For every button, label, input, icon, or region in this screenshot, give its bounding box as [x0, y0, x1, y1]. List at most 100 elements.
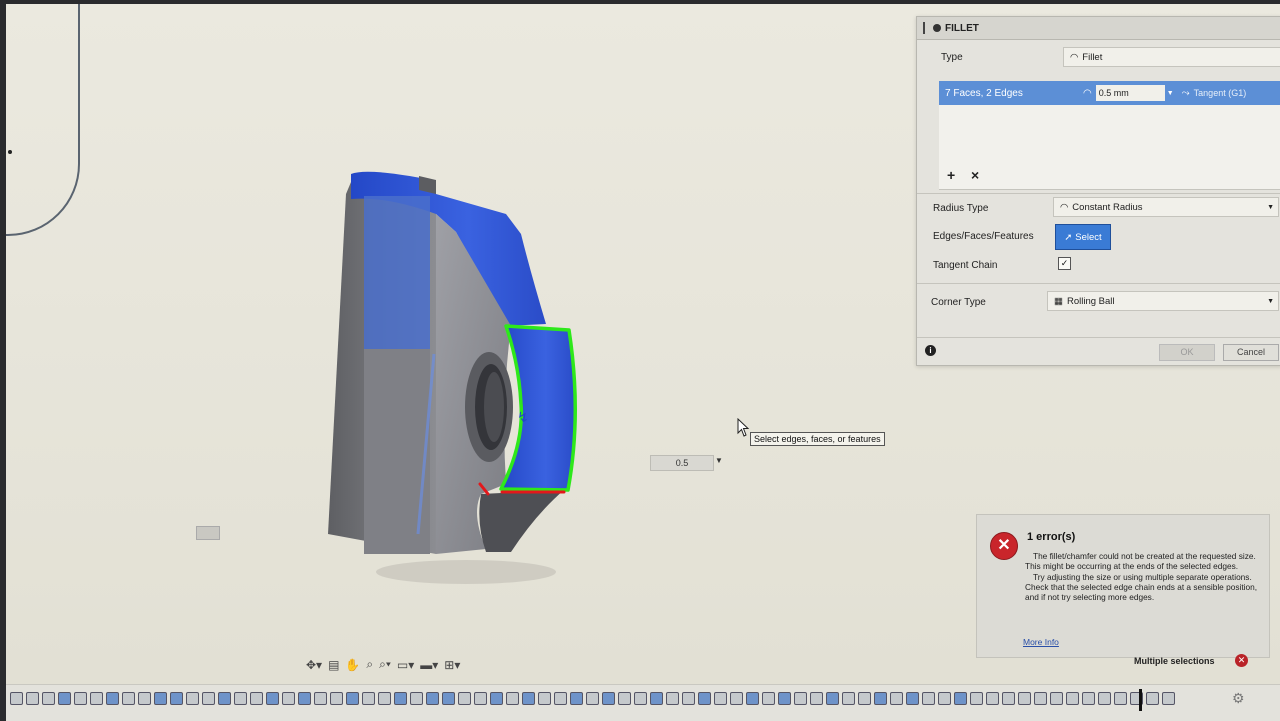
zoom-icon[interactable]: ⌕ [366, 657, 373, 672]
timeline-feature[interactable] [426, 692, 439, 705]
tangent-chain-checkbox[interactable]: ✓ [1058, 257, 1071, 270]
timeline-feature[interactable] [842, 692, 855, 705]
viewcube-mini-icon[interactable] [196, 526, 220, 540]
3d-viewport[interactable]: ↯ 0.5 ▼ Select edges, faces, or features… [6, 4, 1280, 684]
timeline-feature[interactable] [234, 692, 247, 705]
selection-list[interactable] [939, 105, 1280, 190]
timeline-feature[interactable] [954, 692, 967, 705]
timeline-feature[interactable] [826, 692, 839, 705]
part-model[interactable]: ↯ [306, 154, 606, 604]
timeline-feature[interactable] [922, 692, 935, 705]
timeline-feature[interactable] [602, 692, 615, 705]
timeline-feature[interactable] [938, 692, 951, 705]
selection-row[interactable]: 7 Faces, 2 Edges ◠ 0.5 mm ▼ ⤳ Tangent (G… [939, 81, 1280, 105]
timeline-feature[interactable] [650, 692, 663, 705]
corner-type-dropdown[interactable]: ▦ Rolling Ball ▼ [1047, 291, 1279, 311]
timeline-feature[interactable] [554, 692, 567, 705]
timeline-feature[interactable] [698, 692, 711, 705]
add-icon[interactable]: + [947, 167, 955, 183]
timeline-feature[interactable] [730, 692, 743, 705]
timeline-feature[interactable] [586, 692, 599, 705]
timeline-feature[interactable] [138, 692, 151, 705]
timeline-marker[interactable] [1139, 689, 1142, 711]
timeline-feature[interactable] [1098, 692, 1111, 705]
timeline-feature[interactable] [794, 692, 807, 705]
timeline-feature[interactable] [202, 692, 215, 705]
continuity-value[interactable]: Tangent (G1) [1194, 88, 1247, 98]
timeline-feature[interactable] [378, 692, 391, 705]
orbit-icon[interactable]: ✥▾ [306, 658, 322, 672]
timeline-feature[interactable] [346, 692, 359, 705]
collapse-icon[interactable] [933, 24, 941, 32]
type-field[interactable]: ◠ Fillet [1063, 47, 1280, 67]
timeline-feature[interactable] [1034, 692, 1047, 705]
grid-icon[interactable]: ⊞▾ [444, 658, 460, 672]
timeline-feature[interactable] [282, 692, 295, 705]
timeline-feature[interactable] [330, 692, 343, 705]
timeline-feature[interactable] [90, 692, 103, 705]
timeline-feature[interactable] [618, 692, 631, 705]
timeline-feature[interactable] [1162, 692, 1175, 705]
timeline-feature[interactable] [250, 692, 263, 705]
ok-button[interactable]: OK [1159, 344, 1215, 361]
gear-icon[interactable]: ⚙ [1232, 690, 1245, 707]
timeline-feature[interactable] [74, 692, 87, 705]
timeline-feature[interactable] [538, 692, 551, 705]
timeline-feature[interactable] [10, 692, 23, 705]
timeline-feature[interactable] [986, 692, 999, 705]
timeline-feature[interactable] [58, 692, 71, 705]
fit-icon[interactable]: ⌕▾ [379, 657, 391, 672]
timeline-feature[interactable] [1114, 692, 1127, 705]
chevron-down-icon[interactable]: ▼ [715, 456, 723, 465]
timeline-feature[interactable] [122, 692, 135, 705]
timeline-feature[interactable] [906, 692, 919, 705]
timeline-feature[interactable] [442, 692, 455, 705]
timeline-feature[interactable] [106, 692, 119, 705]
timeline-feature[interactable] [890, 692, 903, 705]
timeline-feature[interactable] [714, 692, 727, 705]
more-info-link[interactable]: More Info [1023, 637, 1059, 647]
select-button[interactable]: ➚ Select [1055, 224, 1111, 250]
visual-style-icon[interactable]: ▬▾ [420, 658, 438, 672]
timeline-feature[interactable] [362, 692, 375, 705]
timeline-feature[interactable] [154, 692, 167, 705]
timeline-feature[interactable] [1018, 692, 1031, 705]
radius-dimension-input[interactable]: 0.5 [650, 455, 714, 471]
info-icon[interactable]: i [925, 345, 936, 356]
timeline-feature[interactable] [1146, 692, 1159, 705]
timeline-feature[interactable] [666, 692, 679, 705]
timeline-feature[interactable] [266, 692, 279, 705]
timeline-feature[interactable] [218, 692, 231, 705]
timeline-feature[interactable] [762, 692, 775, 705]
timeline-feature[interactable] [634, 692, 647, 705]
timeline-feature[interactable] [410, 692, 423, 705]
timeline-feature[interactable] [490, 692, 503, 705]
timeline-feature[interactable] [1082, 692, 1095, 705]
timeline-feature[interactable] [42, 692, 55, 705]
timeline-feature[interactable] [314, 692, 327, 705]
timeline-feature[interactable] [570, 692, 583, 705]
pan-icon[interactable]: ✋ [345, 658, 360, 672]
timeline-feature[interactable] [394, 692, 407, 705]
radius-type-dropdown[interactable]: ◠ Constant Radius ▼ [1053, 197, 1279, 217]
timeline-feature[interactable] [810, 692, 823, 705]
timeline-feature[interactable] [682, 692, 695, 705]
timeline-feature[interactable] [474, 692, 487, 705]
timeline-feature[interactable] [458, 692, 471, 705]
display-settings-icon[interactable]: ▭▾ [397, 658, 414, 672]
timeline-feature[interactable] [186, 692, 199, 705]
timeline-feature[interactable] [858, 692, 871, 705]
timeline-feature[interactable] [1066, 692, 1079, 705]
timeline-feature[interactable] [1050, 692, 1063, 705]
timeline-feature[interactable] [1002, 692, 1015, 705]
dialog-header[interactable]: FILLET [917, 17, 1280, 40]
timeline-feature[interactable] [970, 692, 983, 705]
cancel-button[interactable]: Cancel [1223, 344, 1279, 361]
timeline-feature[interactable] [298, 692, 311, 705]
radius-input[interactable]: 0.5 mm [1095, 85, 1165, 101]
timeline-feature[interactable] [874, 692, 887, 705]
chevron-down-icon[interactable]: ▼ [1167, 90, 1174, 97]
timeline-feature[interactable] [778, 692, 791, 705]
clear-selection-icon[interactable]: ✕ [1235, 654, 1248, 667]
remove-icon[interactable]: × [971, 167, 979, 183]
